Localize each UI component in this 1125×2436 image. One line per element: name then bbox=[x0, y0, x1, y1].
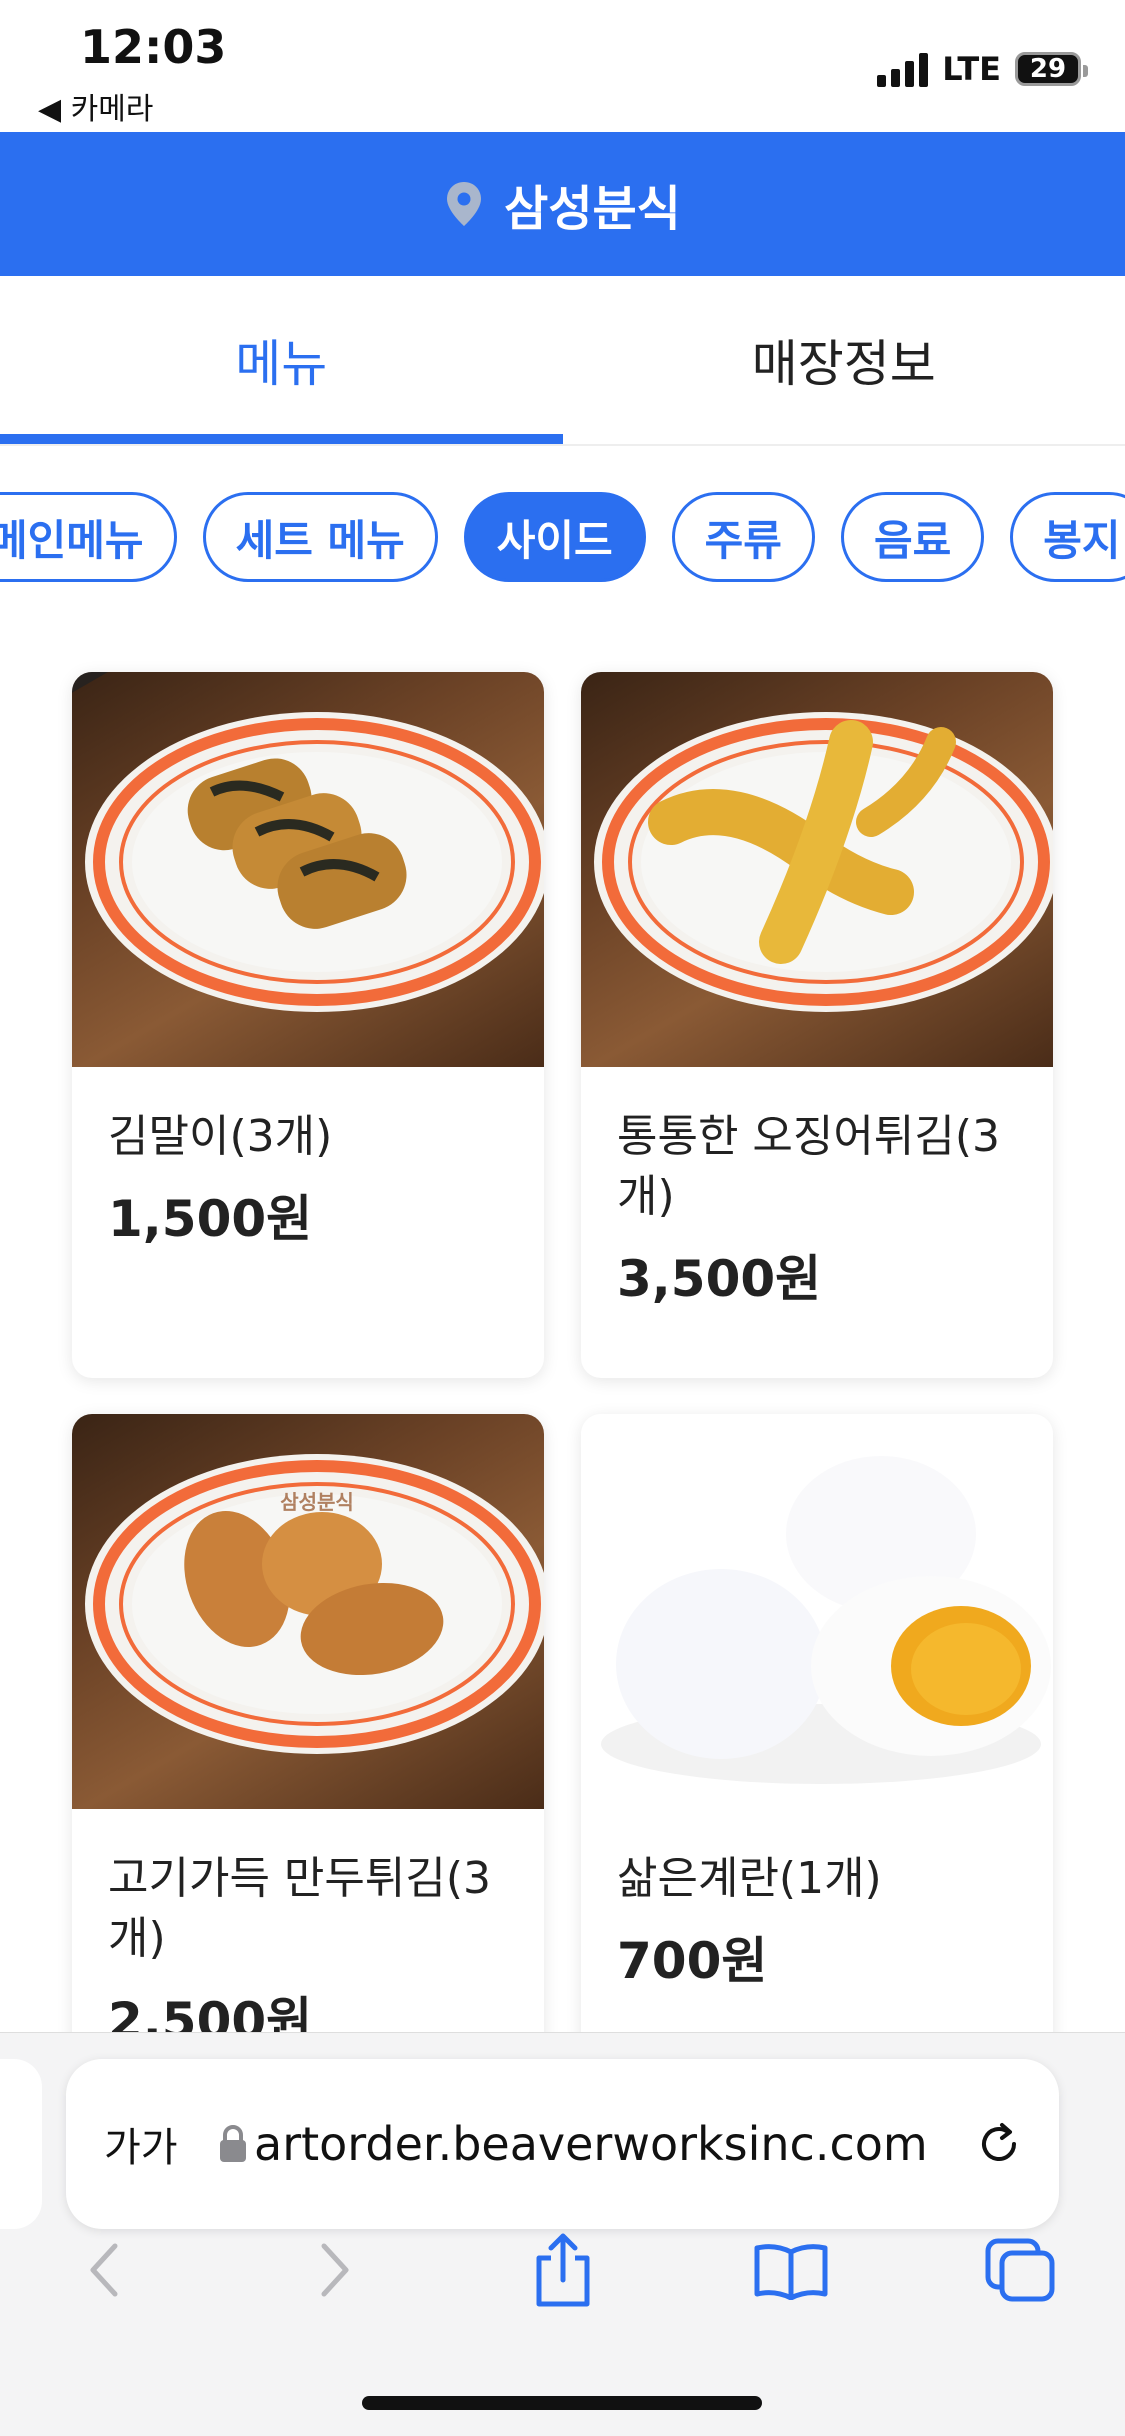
page-settings-button[interactable]: 가가 bbox=[104, 2115, 194, 2173]
back-icon[interactable] bbox=[50, 2220, 160, 2320]
product-card[interactable]: 삶은계란(1개) 700원 bbox=[581, 1414, 1053, 2120]
product-price: 1,500원 bbox=[108, 1190, 313, 1248]
main-tabs: 메뉴 매장정보 bbox=[0, 276, 1125, 446]
store-name: 삼성분식 bbox=[504, 181, 681, 237]
status-bar: 12:03 ◀ 카메라 LTE 29 bbox=[0, 0, 1125, 132]
product-name: 통통한 오징어튀김(3개) bbox=[617, 1111, 1000, 1222]
product-card[interactable]: 삼성분식 고기가득 만두튀김(3개) 2,500원 bbox=[72, 1414, 544, 2120]
category-chips: 메인메뉴 세트 메뉴 사이드 주류 음료 봉지 bbox=[0, 492, 1125, 582]
browser-toolbar bbox=[0, 2210, 1125, 2330]
lock-icon bbox=[220, 2125, 246, 2162]
kimmari-plate-image bbox=[72, 672, 544, 1012]
battery-icon: 29 bbox=[1015, 52, 1088, 86]
category-chip-side[interactable]: 사이드 bbox=[463, 492, 646, 582]
category-chip-set[interactable]: 세트 메뉴 bbox=[202, 492, 438, 582]
product-name: 김말이(3개) bbox=[108, 1111, 333, 1162]
bookmarks-icon[interactable] bbox=[736, 2220, 846, 2320]
product-name: 삶은계란(1개) bbox=[617, 1853, 882, 1904]
plate-brand-text: 삼성분식 bbox=[280, 1490, 354, 1514]
category-chip-drinks[interactable]: 음료 bbox=[840, 492, 985, 582]
product-image: 삼성분식 bbox=[72, 1414, 544, 1809]
previous-tab-edge[interactable] bbox=[0, 2059, 42, 2229]
product-price: 3,500원 bbox=[617, 1250, 822, 1308]
tab-menu[interactable]: 메뉴 bbox=[0, 276, 563, 444]
reload-icon[interactable] bbox=[969, 2114, 1029, 2174]
squid-plate-image bbox=[594, 712, 1053, 1012]
product-image bbox=[72, 672, 544, 1067]
category-chip-alcohol[interactable]: 주류 bbox=[671, 492, 815, 582]
status-time: 12:03 bbox=[80, 20, 227, 74]
status-indicators: LTE 29 bbox=[877, 50, 1088, 88]
signal-icon bbox=[877, 51, 929, 87]
dumpling-plate-image: 삼성분식 bbox=[85, 1454, 544, 1754]
category-chip-bag[interactable]: 봉지 bbox=[1010, 492, 1125, 582]
product-grid: 김말이(3개) 1,500원 통통한 오징어튀김(3개) 3,500원 삼성분식… bbox=[72, 672, 1053, 2120]
back-to-camera-link[interactable]: ◀ 카메라 bbox=[38, 84, 153, 128]
product-image bbox=[581, 1414, 1053, 1809]
home-indicator[interactable] bbox=[362, 2396, 762, 2410]
network-label: LTE bbox=[942, 50, 1001, 88]
category-chip-main[interactable]: 메인메뉴 bbox=[0, 492, 177, 582]
tab-store-info[interactable]: 매장정보 bbox=[563, 276, 1125, 444]
store-header: 삼성분식 bbox=[0, 132, 1125, 276]
address-bar[interactable]: 가가 artorder.beaverworksinc.com bbox=[66, 2059, 1059, 2229]
boiled-eggs-image bbox=[601, 1456, 1051, 1784]
product-price: 700원 bbox=[617, 1932, 768, 1990]
forward-icon[interactable] bbox=[279, 2220, 389, 2320]
tabs-icon[interactable] bbox=[965, 2220, 1075, 2320]
product-card[interactable]: 김말이(3개) 1,500원 bbox=[72, 672, 544, 1378]
battery-level: 29 bbox=[1029, 54, 1067, 84]
share-icon[interactable] bbox=[508, 2220, 618, 2320]
product-name: 고기가득 만두튀김(3개) bbox=[108, 1853, 491, 1964]
url-text: artorder.beaverworksinc.com bbox=[254, 2117, 928, 2171]
product-image bbox=[581, 672, 1053, 1067]
product-card[interactable]: 통통한 오징어튀김(3개) 3,500원 bbox=[581, 672, 1053, 1378]
map-pin-icon bbox=[447, 182, 482, 226]
